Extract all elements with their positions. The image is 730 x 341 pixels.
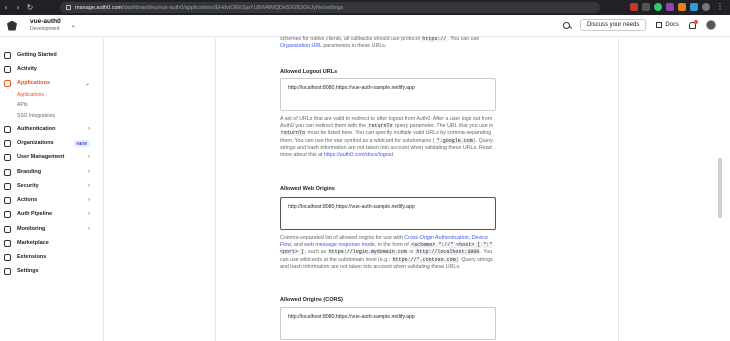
- monitoring-icon: [4, 225, 11, 233]
- sidebar-item-auth-pipeline[interactable]: Auth Pipeline ›: [4, 209, 96, 219]
- content-divider: [618, 38, 619, 341]
- pipeline-icon: [4, 210, 11, 218]
- actions-icon: [4, 196, 11, 204]
- shield-icon: [4, 182, 11, 190]
- chevron-right-icon: ›: [88, 183, 90, 189]
- chevron-right-icon: ›: [88, 154, 90, 160]
- notification-dot: [694, 19, 698, 24]
- chevron-right-icon: ›: [88, 169, 90, 175]
- sidebar-item-extensions[interactable]: Extensions: [4, 252, 96, 262]
- discuss-needs-button[interactable]: Discuss your needs: [579, 19, 647, 31]
- tenant-selector[interactable]: vue-auth0 Development: [30, 19, 61, 32]
- sidebar-subitem-apis[interactable]: APIs: [17, 102, 28, 108]
- scrollbar[interactable]: [718, 158, 722, 218]
- sidebar-item-monitoring[interactable]: Monitoring ›: [4, 224, 96, 234]
- tenant-name: vue-auth0: [30, 18, 61, 26]
- activity-icon: [4, 65, 11, 73]
- logout-urls-help-text: A set of URLs that are valid to redirect…: [280, 116, 494, 159]
- chevron-right-icon: ›: [88, 197, 90, 203]
- browser-toolbar: ‹ › ↻ manage.auth0.com/dashboard/eu/vue-…: [0, 0, 730, 15]
- back-icon[interactable]: ‹: [0, 3, 12, 12]
- extension-icon[interactable]: [666, 2, 674, 11]
- sidebar-item-actions[interactable]: Actions ›: [4, 195, 96, 205]
- extension-icons: ⋮: [630, 2, 726, 11]
- callback-help-text: schemes for native clients, all callback…: [280, 36, 480, 50]
- extension-icon[interactable]: [642, 2, 650, 11]
- sidebar-item-applications[interactable]: Applications ⌄: [4, 78, 96, 88]
- web-origins-field[interactable]: http://localhost:8080,https://vue-auth-s…: [280, 197, 496, 230]
- extension-icon[interactable]: [678, 2, 686, 11]
- web-message-link[interactable]: web message response mode: [304, 242, 375, 248]
- marketplace-icon: [4, 239, 11, 247]
- bell-icon[interactable]: [689, 19, 698, 29]
- sidebar-subitem-sso[interactable]: SSO Integrations: [17, 113, 55, 119]
- logout-docs-link[interactable]: https://auth0.com/docs/logout: [324, 152, 393, 158]
- sidebar-subitem-applications[interactable]: Applications: [17, 92, 44, 98]
- chevron-right-icon: ›: [88, 226, 90, 232]
- applications-icon: [4, 79, 11, 87]
- extensions-icon: [4, 253, 11, 261]
- web-origins-help-text: Comma-separated list of allowed origins …: [280, 235, 493, 270]
- extension-icon[interactable]: [630, 2, 638, 11]
- docs-link[interactable]: Docs: [656, 22, 679, 28]
- docs-label: Docs: [665, 22, 679, 28]
- cors-origins-field[interactable]: http://localhost:8080,https://vue-auth-s…: [280, 307, 496, 340]
- extension-icon[interactable]: [690, 2, 698, 11]
- sidebar-item-settings[interactable]: Settings: [4, 266, 96, 276]
- address-bar[interactable]: manage.auth0.com/dashboard/eu/vue-auth0/…: [60, 2, 600, 13]
- app-header: vue-auth0 Development ⌄ Discuss your nee…: [0, 15, 730, 37]
- chevron-down-icon[interactable]: ⌄: [71, 22, 76, 29]
- reload-icon[interactable]: ↻: [24, 3, 36, 12]
- avatar[interactable]: [706, 20, 716, 30]
- sidebar: Getting Started Activity Applications ⌄ …: [0, 38, 104, 341]
- book-icon: [656, 22, 663, 28]
- content-divider: [215, 38, 216, 341]
- logout-urls-label: Allowed Logout URLs: [280, 69, 338, 75]
- lock-icon: [66, 5, 71, 10]
- sidebar-item-security[interactable]: Security ›: [4, 181, 96, 191]
- sidebar-item-organizations[interactable]: Organizations NEW: [4, 138, 96, 148]
- browser-menu-icon[interactable]: ⋮: [714, 2, 726, 11]
- sidebar-item-user-management[interactable]: User Management ›: [4, 152, 96, 162]
- sidebar-item-activity[interactable]: Activity: [4, 64, 96, 74]
- tenant-environment: Development: [30, 25, 60, 32]
- new-badge: NEW: [73, 139, 90, 147]
- chevron-right-icon: ›: [88, 211, 90, 217]
- organization-url-link[interactable]: Organization URL: [280, 43, 322, 49]
- auth0-logo-icon[interactable]: [7, 20, 17, 31]
- cors-origins-label: Allowed Origins (CORS): [280, 297, 343, 303]
- logout-urls-field[interactable]: http://localhost:8080,https://vue-auth-s…: [280, 78, 496, 111]
- organizations-icon: [4, 139, 11, 147]
- forward-icon[interactable]: ›: [12, 3, 24, 12]
- chevron-down-icon: ⌄: [84, 80, 90, 87]
- search-icon[interactable]: [562, 21, 570, 29]
- sidebar-item-branding[interactable]: Branding ›: [4, 167, 96, 177]
- sidebar-item-marketplace[interactable]: Marketplace: [4, 238, 96, 248]
- auth-icon: [4, 125, 11, 133]
- chevron-right-icon: ›: [88, 126, 90, 132]
- sidebar-item-authentication[interactable]: Authentication ›: [4, 124, 96, 134]
- gear-icon: [4, 267, 11, 275]
- profile-icon[interactable]: [702, 2, 710, 11]
- users-icon: [4, 153, 11, 161]
- url-text: manage.auth0.com/dashboard/eu/vue-auth0/…: [75, 4, 344, 11]
- rocket-icon: [4, 51, 11, 59]
- sidebar-item-getting-started[interactable]: Getting Started: [4, 50, 96, 60]
- web-origins-label: Allowed Web Origins: [280, 186, 335, 192]
- extension-icon[interactable]: [654, 2, 662, 11]
- cross-origin-auth-link[interactable]: Cross-Origin Authentication: [404, 235, 468, 241]
- branding-icon: [4, 168, 11, 176]
